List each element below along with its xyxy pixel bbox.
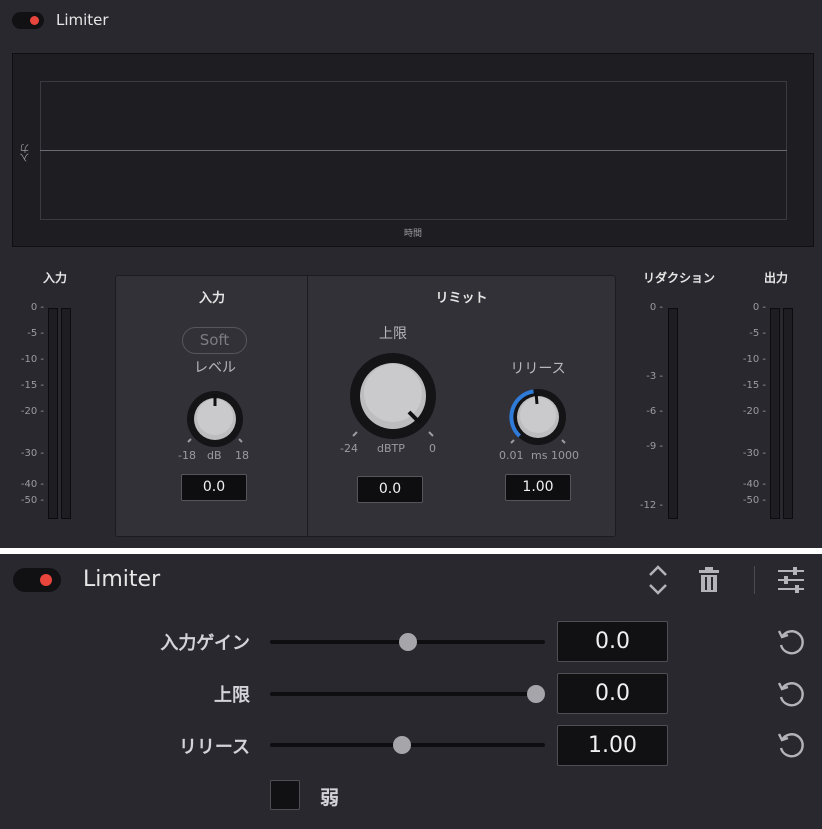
level-value-field[interactable]: 0.0 — [181, 474, 247, 501]
meter-tick-label: -15 - — [742, 380, 766, 391]
sliders-icon[interactable] — [776, 565, 806, 595]
level-max-label: 18 — [235, 449, 249, 462]
meter-tick-label: -3 - — [646, 371, 663, 382]
meter-tick-label: -50 - — [20, 495, 44, 506]
reset-icon[interactable] — [775, 729, 807, 761]
release-row-label: リリース — [178, 737, 250, 758]
release-slider-thumb[interactable] — [393, 736, 412, 754]
input-meter-left — [48, 308, 58, 519]
meter-tick-label: 0 - — [30, 302, 44, 313]
input-gain-label: 入力ゲイン — [160, 633, 250, 654]
reduction-meter-title: リダクション — [643, 271, 716, 285]
meter-tick-label: -9 - — [646, 441, 663, 452]
graph-threshold-line — [40, 150, 787, 151]
reduction-meter-bar — [668, 308, 678, 519]
meter-tick-label: 0 - — [752, 302, 766, 313]
toolbar-divider — [754, 566, 755, 594]
ceiling-unit-label: dBTP — [377, 442, 405, 455]
meter-tick-label: -12 - — [639, 500, 663, 511]
meter-tick-label: -50 - — [742, 495, 766, 506]
chevron-up-down-icon[interactable] — [646, 563, 670, 597]
enable-toggle-large[interactable] — [13, 568, 61, 592]
ceiling-row-label: 上限 — [214, 685, 250, 706]
meter-tick-label: -6 - — [646, 406, 663, 417]
release-value-field[interactable]: 1.00 — [505, 474, 571, 501]
ceiling-slider[interactable] — [270, 685, 545, 703]
release-unit-label: ms — [531, 449, 548, 462]
reset-icon[interactable] — [775, 626, 807, 658]
input-gain-value-field[interactable]: 0.0 — [557, 621, 668, 662]
input-meter-right — [61, 308, 71, 519]
ceiling-value-field[interactable]: 0.0 — [357, 476, 423, 503]
release-row-value-field[interactable]: 1.00 — [557, 725, 668, 766]
meter-tick-label: -20 - — [742, 406, 766, 417]
meter-tick-label: 0 - — [649, 302, 663, 313]
meter-tick-label: -10 - — [742, 354, 766, 365]
limiter-plugin-panel: Limiter 入力 時間 入力 0 - -5 - -10 - -15 - -20 - -… — [0, 0, 822, 548]
release-min-label: 0.01 — [499, 449, 524, 462]
input-section-title: 入力 — [198, 291, 225, 306]
graph-y-label: 入力 — [21, 144, 31, 162]
meter-tick-label: -40 - — [742, 479, 766, 490]
ceiling-max-label: 0 — [429, 442, 436, 455]
meter-tick-label: -15 - — [20, 380, 44, 391]
section-divider — [307, 276, 308, 536]
ceiling-min-label: -24 — [340, 442, 358, 455]
weak-checkbox-label: 弱 — [320, 787, 340, 809]
limit-section-title: リミット — [435, 291, 488, 306]
ceiling-knob[interactable] — [343, 346, 443, 446]
trash-icon[interactable] — [697, 566, 721, 594]
inspector-title: Limiter — [83, 567, 161, 592]
plugin-title: Limiter — [56, 11, 109, 29]
weak-checkbox[interactable] — [270, 780, 300, 810]
level-knob[interactable] — [180, 384, 250, 454]
output-meter-left — [770, 308, 780, 519]
output-meter-right — [783, 308, 793, 519]
release-max-label: 1000 — [551, 449, 579, 462]
release-knob[interactable] — [503, 382, 573, 452]
meter-tick-label: -5 - — [749, 328, 766, 339]
input-meter-title: 入力 — [43, 271, 68, 285]
meter-tick-label: -30 - — [742, 448, 766, 459]
input-gain-slider[interactable] — [270, 633, 545, 651]
ceiling-knob-label: 上限 — [379, 326, 407, 342]
meter-tick-label: -20 - — [20, 406, 44, 417]
meter-tick-label: -30 - — [20, 448, 44, 459]
ceiling-row-value-field[interactable]: 0.0 — [557, 673, 668, 714]
soft-button[interactable]: Soft — [182, 327, 247, 354]
transfer-graph: 入力 時間 — [12, 53, 814, 247]
level-min-label: -18 — [178, 449, 196, 462]
level-knob-label: レベル — [194, 360, 236, 376]
limiter-inspector-panel: Limiter 入力ゲイン 0.0 上限 0.0 リリース 1.00 弱 — [0, 554, 822, 829]
output-meter-title: 出力 — [764, 271, 789, 285]
ceiling-slider-thumb[interactable] — [527, 685, 545, 703]
release-knob-label: リリース — [510, 361, 566, 377]
level-unit-label: dB — [207, 449, 222, 462]
reset-icon[interactable] — [775, 678, 807, 710]
meter-tick-label: -40 - — [20, 479, 44, 490]
release-slider[interactable] — [270, 736, 545, 754]
meter-tick-label: -10 - — [20, 354, 44, 365]
enable-toggle[interactable] — [12, 12, 44, 29]
meter-tick-label: -5 - — [27, 328, 44, 339]
input-gain-slider-thumb[interactable] — [398, 633, 417, 651]
graph-x-label: 時間 — [403, 229, 422, 239]
